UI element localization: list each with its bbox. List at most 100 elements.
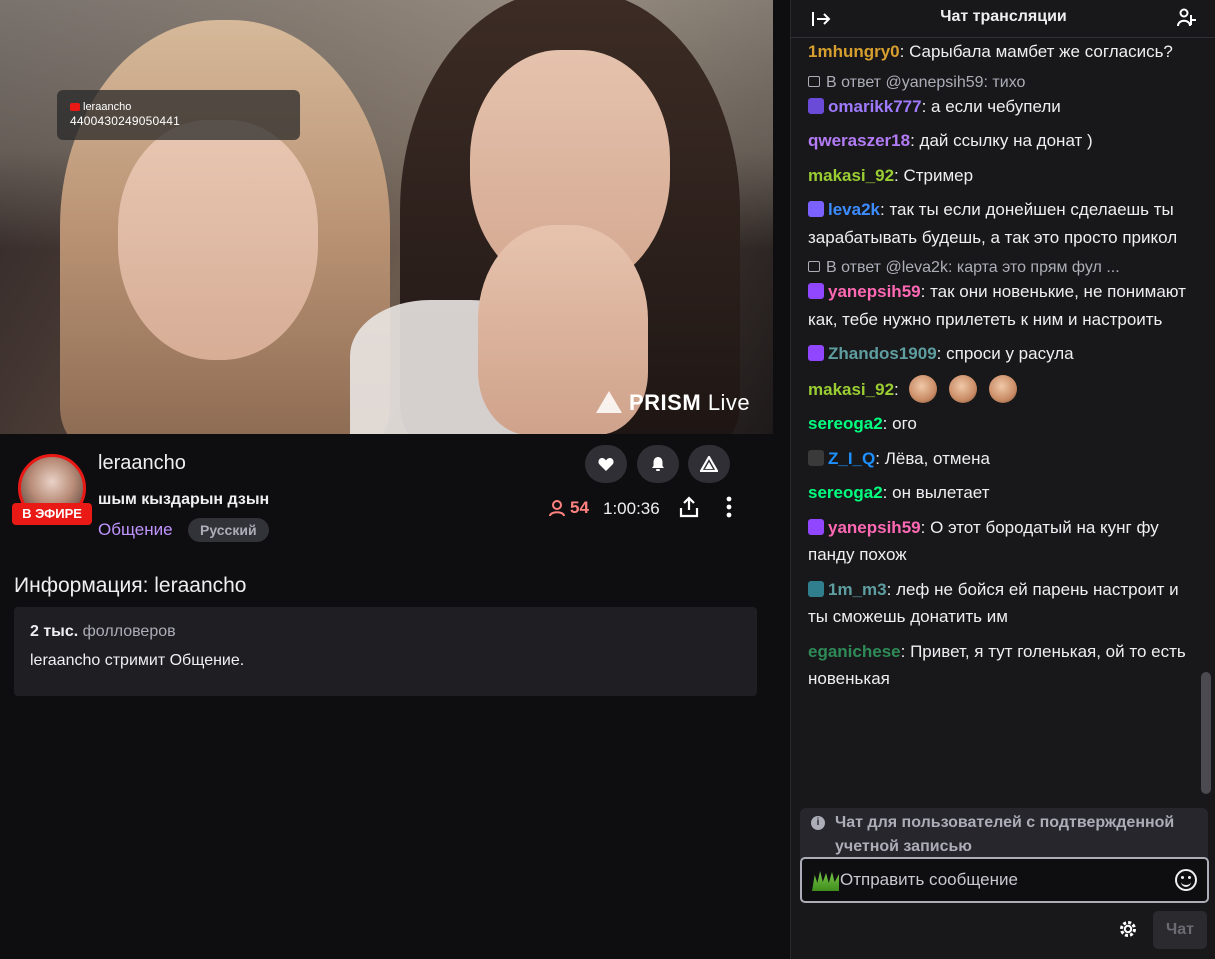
chat-scrollbar[interactable] bbox=[1201, 672, 1211, 794]
chat-message: yanepsih59: О этот бородатый на кунг фу … bbox=[808, 514, 1189, 569]
gift-button[interactable] bbox=[688, 445, 730, 483]
chat-username[interactable]: yanepsih59 bbox=[828, 518, 921, 537]
chat-panel: Чат трансляции 1mhungry0: Сарыбала мамбе… bbox=[790, 0, 1215, 959]
chat-message-text: спроси у расула bbox=[946, 344, 1074, 363]
reply-text: В ответ @leva2k: карта это прям фул ... bbox=[826, 259, 1120, 276]
prism-logo-icon bbox=[596, 391, 622, 413]
chat-message: makasi_92: Стример bbox=[808, 162, 1189, 190]
chat-input[interactable] bbox=[840, 867, 1170, 893]
category-link[interactable]: Общение bbox=[98, 520, 173, 540]
more-options-button[interactable] bbox=[718, 496, 740, 520]
about-title: Информация: leraancho bbox=[14, 574, 247, 597]
chat-username[interactable]: qweraszer18 bbox=[808, 131, 910, 150]
emote-icon[interactable] bbox=[949, 374, 978, 403]
chat-message-text: Лёва, отмена bbox=[884, 448, 990, 468]
followers-line: 2 тыс. фолловеров bbox=[30, 623, 741, 641]
viewer-count-value: 54 bbox=[570, 498, 589, 517]
chat-username[interactable]: omarikk777 bbox=[828, 97, 922, 116]
user-badge-icon[interactable] bbox=[808, 201, 824, 217]
video-person-left-face bbox=[118, 120, 318, 360]
bell-icon bbox=[652, 457, 664, 471]
followers-count: 2 тыс. bbox=[30, 623, 79, 640]
chat-message: Z_I_Q: Лёва, отмена bbox=[808, 445, 1189, 473]
user-badge-icon[interactable] bbox=[808, 449, 824, 466]
video-player[interactable]: leraancho 4400430249050441 PRISM Live bbox=[0, 0, 773, 434]
follow-button[interactable] bbox=[585, 445, 627, 483]
chat-username[interactable]: Z_I_Q bbox=[828, 449, 875, 468]
chat-message-text: ого bbox=[892, 414, 917, 433]
user-badge-icon[interactable] bbox=[808, 518, 824, 535]
chat-username[interactable]: Zhandos1909 bbox=[828, 344, 937, 363]
user-badge-icon[interactable] bbox=[808, 345, 824, 361]
chat-message: omarikk777: а если чебупели bbox=[808, 93, 1189, 121]
chat-username[interactable]: 1mhungry0 bbox=[808, 42, 900, 61]
chat-username[interactable]: eganichese bbox=[808, 642, 901, 661]
streamer-name[interactable]: leraancho bbox=[98, 452, 186, 475]
live-badge: В ЭФИРЕ bbox=[12, 503, 92, 525]
emote-icon[interactable] bbox=[989, 374, 1018, 403]
chat-separator: : bbox=[899, 42, 910, 61]
chat-separator: : bbox=[882, 483, 893, 502]
reply-text: В ответ @yanepsih59: тихо bbox=[826, 73, 1026, 91]
chat-message: 1m_m3: леф не бойся ей парень настроит и… bbox=[808, 576, 1189, 631]
reply-context[interactable]: В ответ @leva2k: карта это прям фул ... bbox=[808, 258, 1189, 278]
chat-message-text: а если чебупели bbox=[931, 96, 1061, 116]
info-icon: i bbox=[811, 816, 825, 830]
chat-message: 1mhungry0: Сарыбала мамбет же согласись? bbox=[808, 38, 1189, 66]
chat-separator: : bbox=[900, 641, 911, 661]
gear-icon bbox=[1120, 921, 1136, 937]
person-icon bbox=[549, 500, 565, 517]
chat-users-button[interactable] bbox=[1177, 8, 1197, 33]
reply-icon bbox=[808, 261, 820, 272]
chat-username[interactable]: sereoga2 bbox=[808, 483, 883, 502]
chat-separator: : bbox=[894, 379, 904, 399]
chat-username[interactable]: makasi_92 bbox=[808, 166, 894, 185]
prism-watermark: PRISM Live bbox=[596, 390, 750, 416]
grass-emote-icon bbox=[812, 871, 839, 891]
viewer-count: 54 bbox=[548, 498, 589, 518]
notifications-button[interactable] bbox=[637, 445, 679, 483]
emote-icon[interactable] bbox=[909, 374, 938, 403]
overlay-id: 4400430249050441 bbox=[70, 114, 180, 128]
chat-separator: : bbox=[921, 96, 932, 116]
reply-icon bbox=[808, 75, 820, 87]
chat-message: leva2k: так ты если донейшен сделаешь ты… bbox=[808, 196, 1189, 251]
chat-separator: : bbox=[920, 517, 931, 537]
chat-username[interactable]: makasi_92 bbox=[808, 380, 894, 399]
chat-separator: : bbox=[910, 131, 920, 150]
emote-picker-icon[interactable] bbox=[1175, 869, 1197, 891]
share-icon bbox=[679, 496, 699, 518]
chat-username[interactable]: leva2k bbox=[828, 200, 880, 219]
more-vertical-icon bbox=[726, 496, 732, 518]
chat-separator: : bbox=[936, 344, 947, 363]
chat-username[interactable]: yanepsih59 bbox=[828, 282, 921, 301]
chat-username[interactable]: sereoga2 bbox=[808, 414, 883, 433]
chat-settings-button[interactable] bbox=[1117, 918, 1139, 946]
chat-message: sereoga2: ого bbox=[808, 410, 1189, 438]
stream-uptime: 1:00:36 bbox=[603, 499, 660, 518]
chat-input-box[interactable] bbox=[800, 857, 1209, 903]
diamond-icon bbox=[700, 456, 718, 472]
chat-message-text: он вылетает bbox=[892, 483, 990, 502]
stream-title: шым кыздарын дзын bbox=[98, 491, 270, 508]
user-badge-icon[interactable] bbox=[808, 283, 824, 299]
user-badge-icon[interactable] bbox=[808, 97, 824, 114]
chat-messages[interactable]: 1mhungry0: Сарыбала мамбет же согласись?… bbox=[791, 38, 1199, 806]
chat-notice: i Чат для пользователей с подтвержденной… bbox=[800, 808, 1208, 860]
user-badge-icon[interactable] bbox=[808, 580, 824, 597]
share-button[interactable] bbox=[677, 496, 701, 520]
chat-message: Zhandos1909: спроси у расула bbox=[808, 340, 1189, 368]
camera-icon bbox=[70, 103, 80, 111]
chat-notice-text: Чат для пользователей с подтвержденной у… bbox=[835, 814, 1175, 855]
chat-message: eganichese: Привет, я тут голенькая, ой … bbox=[808, 638, 1189, 693]
language-tag[interactable]: Русский bbox=[188, 518, 269, 542]
reply-context[interactable]: В ответ @yanepsih59: тихо bbox=[808, 73, 1189, 93]
chat-username[interactable]: 1m_m3 bbox=[828, 580, 887, 599]
chat-separator: : bbox=[875, 448, 885, 468]
send-chat-button[interactable]: Чат bbox=[1153, 911, 1207, 949]
chat-message: yanepsih59: так они новенькие, не понима… bbox=[808, 278, 1189, 333]
overlay-username: leraancho bbox=[83, 101, 132, 113]
users-icon bbox=[1177, 8, 1196, 27]
chat-separator: : bbox=[920, 282, 931, 301]
heart-icon bbox=[598, 457, 614, 471]
